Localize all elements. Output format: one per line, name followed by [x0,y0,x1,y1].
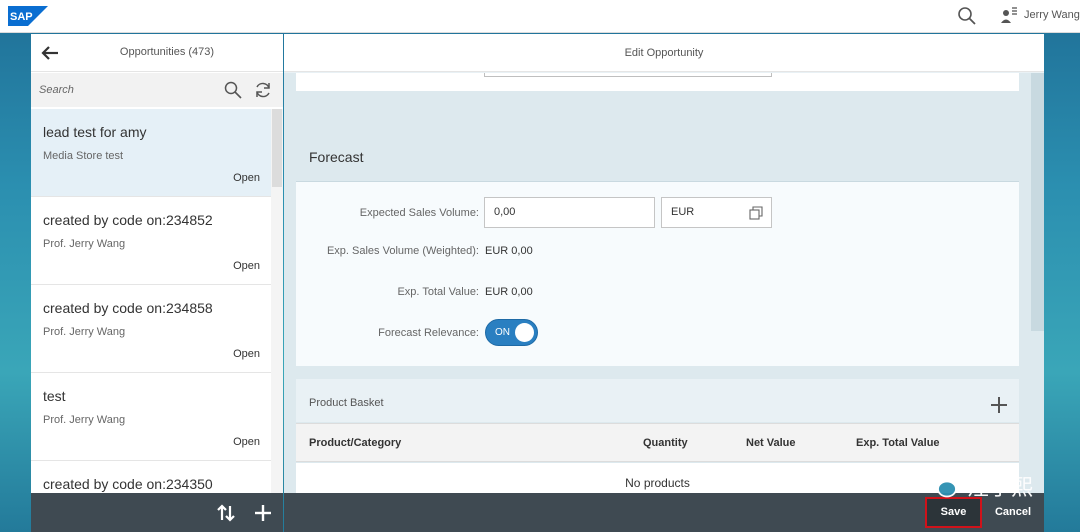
item-subtitle: Prof. Jerry Wang [43,414,126,426]
sap-logo[interactable]: SAP [8,6,48,26]
currency-input[interactable]: EUR [661,197,772,228]
detail-header: Edit Opportunity [284,34,1044,72]
master-header: Opportunities (473) [31,34,283,72]
search-bar [31,73,283,107]
toggle-knob [515,323,534,342]
user-icon [1001,7,1017,23]
weighted-volume-label: Exp. Sales Volume (Weighted): [326,245,479,257]
list-item[interactable]: created by code on:234858 Prof. Jerry Wa… [31,285,271,373]
expected-sales-volume-label: Expected Sales Volume: [359,207,479,219]
previous-section-strip [296,73,1019,91]
add-product-icon[interactable] [988,394,1010,416]
item-subtitle: Prof. Jerry Wang [43,326,126,338]
forecast-section: Forecast Expected Sales Volume: 0,00 EUR… [296,130,1019,366]
forecast-form: Expected Sales Volume: 0,00 EUR Exp. Sal… [296,181,1019,366]
total-value-label: Exp. Total Value: [397,286,479,298]
item-status: Open [233,348,260,360]
product-table-header: Product/Category Quantity Net Value Exp.… [296,423,1019,462]
add-icon[interactable] [253,503,273,523]
svg-text:SAP: SAP [10,11,33,23]
total-value-value: EUR 0,00 [485,286,533,298]
scroll-thumb[interactable] [272,109,282,187]
search-icon[interactable] [224,81,242,99]
master-footer [31,493,283,532]
search-input[interactable] [39,78,209,102]
item-status: Open [233,260,260,272]
toggle-state: ON [495,327,510,338]
weighted-volume-value: EUR 0,00 [485,245,533,257]
scroll-thumb[interactable] [1031,73,1044,331]
shell-bar: SAP Jerry Wang [0,0,1080,33]
opportunity-list: lead test for amy Media Store test Open … [31,109,283,493]
item-status: Open [233,436,260,448]
master-title: Opportunities (473) [119,46,215,58]
value-help-icon[interactable] [749,206,763,220]
item-title: created by code on:234350 [43,476,213,492]
column-header[interactable]: Net Value [746,437,796,449]
forecast-relevance-label: Forecast Relevance: [378,327,479,339]
product-table-empty-row: No products [296,463,1019,493]
watermark-text: 汪子熙 [967,476,1034,501]
list-item[interactable]: lead test for amy Media Store test Open [31,109,271,197]
product-basket-title: Product Basket [309,397,384,409]
detail-content: Forecast Expected Sales Volume: 0,00 EUR… [284,73,1044,493]
column-header[interactable]: Quantity [643,437,688,449]
item-subtitle: Media Store test [43,150,124,162]
wechat-icon [926,473,957,498]
list-scrollbar[interactable] [271,109,283,493]
currency-value: EUR [671,206,695,218]
expected-sales-volume-input[interactable]: 0,00 [484,197,655,228]
forecast-title: Forecast [309,149,364,165]
forecast-relevance-toggle[interactable]: ON [485,319,538,346]
item-status: Open [233,172,260,184]
truncated-field[interactable] [484,73,772,77]
detail-panel: Edit Opportunity Forecast Expected Sales… [284,34,1044,532]
no-products-text: No products [625,476,690,490]
item-title: created by code on:234858 [43,300,213,316]
column-header[interactable]: Exp. Total Value [856,437,940,449]
search-icon[interactable] [957,6,977,26]
product-basket-section: Product Basket Product/Category Quantity… [296,379,1019,493]
watermark: 汪子熙 [925,470,1033,502]
list-item[interactable]: test Prof. Jerry Wang Open [31,373,271,461]
item-title: lead test for amy [43,124,147,140]
forecast-title-bar: Forecast [296,130,1019,182]
refresh-icon[interactable] [254,81,272,99]
item-title: test [43,388,66,404]
detail-title: Edit Opportunity [624,47,704,59]
user-name: Jerry Wang [1024,9,1080,21]
detail-scrollbar[interactable] [1031,73,1044,493]
user-menu[interactable]: Jerry Wang [1000,6,1080,24]
item-title: created by code on:234852 [43,212,213,228]
product-basket-header: Product Basket [296,379,1019,422]
list-item[interactable]: created by code on:234350 [31,461,271,493]
list-item[interactable]: created by code on:234852 Prof. Jerry Wa… [31,197,271,285]
item-subtitle: Prof. Jerry Wang [43,238,126,250]
master-panel: Opportunities (473) lead test for amy Me… [31,34,283,532]
back-arrow-icon[interactable] [39,42,61,64]
column-header[interactable]: Product/Category [309,437,401,449]
sort-icon[interactable] [216,503,236,523]
